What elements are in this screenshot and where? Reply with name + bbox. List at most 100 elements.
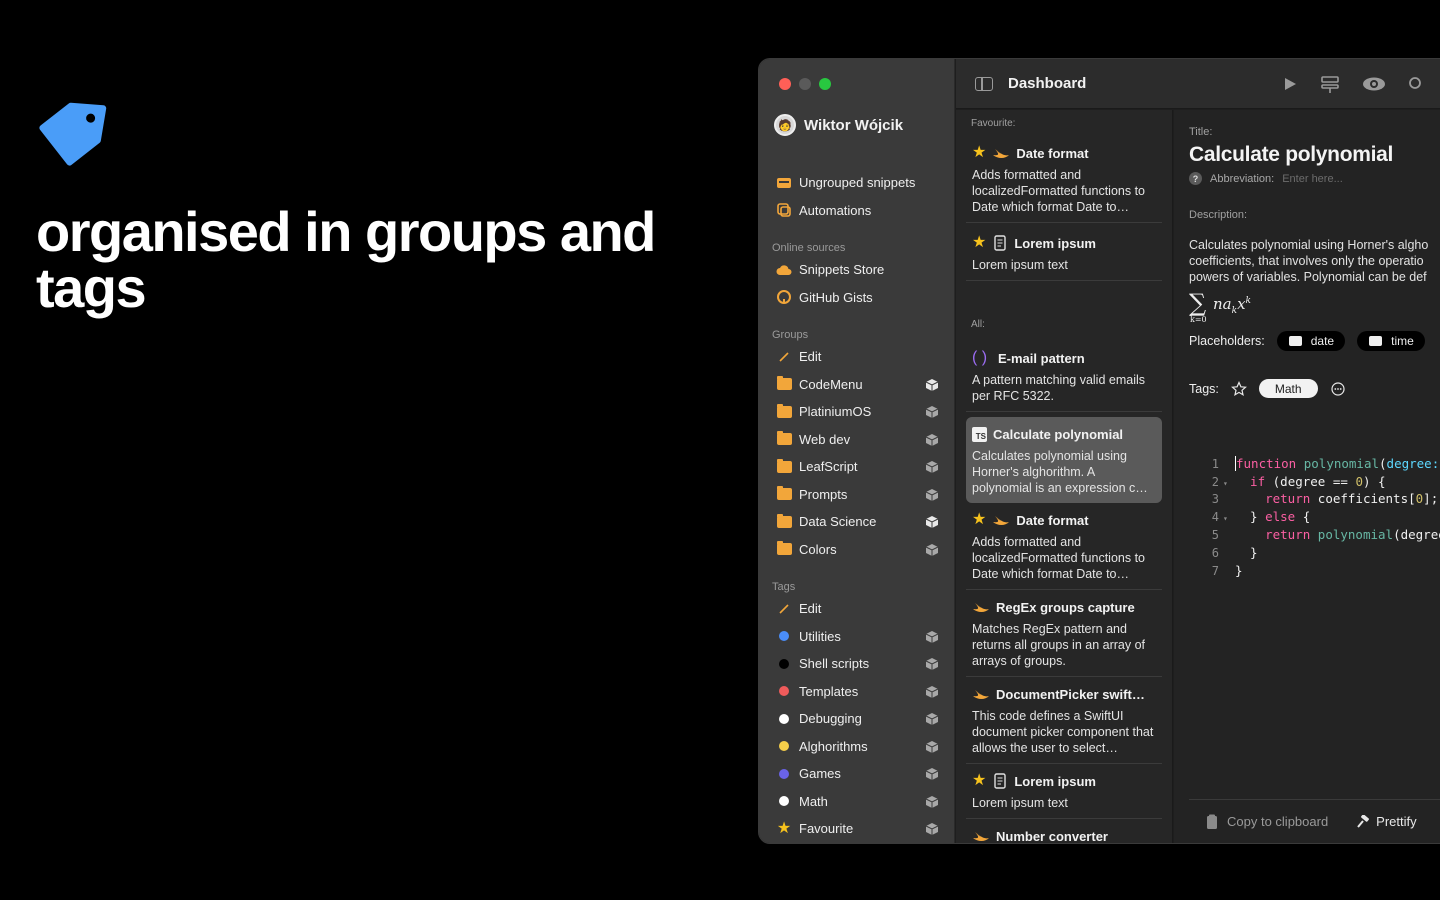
placeholders-label: Placeholders: <box>1189 334 1265 348</box>
snippet-title-field[interactable]: Calculate polynomial <box>1189 143 1440 167</box>
placeholders-row: Placeholders: date time <box>1189 331 1440 351</box>
sidebar-item-label: GitHub Gists <box>799 289 873 305</box>
online-sources-heading: Online sources <box>772 242 846 254</box>
list-item[interactable]: DocumentPicker swift… This code defines … <box>966 677 1162 764</box>
user-profile[interactable]: 🧑 Wiktor Wójcik <box>774 114 903 136</box>
sidebar-tag-math[interactable]: Math <box>759 788 955 816</box>
sidebar-toggle-icon[interactable] <box>975 76 993 91</box>
sidebar-group-leafscript[interactable]: LeafScript <box>759 453 955 481</box>
folder-icon <box>776 458 792 474</box>
zoom-window-button[interactable] <box>819 78 831 90</box>
star-icon[interactable]: ★ <box>972 145 986 161</box>
run-icon[interactable] <box>1282 76 1298 92</box>
sidebar-group-codemenu[interactable]: CodeMenu <box>759 371 955 399</box>
folder-icon <box>776 431 792 446</box>
placeholder-pill[interactable]: date <box>1276 331 1346 351</box>
star-icon: ★ <box>776 819 792 837</box>
pencil-icon <box>776 602 792 616</box>
code-editor[interactable]: 1 function polynomial(degree: 2 ▾ if (degr… <box>1189 440 1440 612</box>
cube-icon[interactable] <box>925 767 939 781</box>
github-icon <box>776 290 792 305</box>
layout-icon[interactable] <box>1320 74 1340 94</box>
tag-color-dot <box>779 713 789 724</box>
cube-icon[interactable] <box>925 543 939 557</box>
formula-subscript: k=0 <box>1190 315 1207 324</box>
sidebar-item-label: Snippets Store <box>799 262 885 278</box>
page-title: Dashboard <box>1008 75 1087 92</box>
cube-icon[interactable] <box>925 822 939 836</box>
cube-icon[interactable] <box>925 685 939 699</box>
user-name: Wiktor Wójcik <box>804 116 904 134</box>
cube-icon[interactable] <box>925 405 939 419</box>
sidebar-item-ungrouped[interactable]: Ungrouped snippets <box>759 169 955 197</box>
sidebar-group-colors[interactable]: Colors <box>759 536 955 564</box>
list-item-desc: Adds formatted and localizedFormatted fu… <box>972 535 1146 581</box>
list-item-selected[interactable]: TS Calculate polynomial Calculates polyno… <box>966 417 1162 503</box>
sidebar-tag-favourite[interactable]: ★ Favourite <box>759 815 955 843</box>
cube-icon[interactable] <box>925 795 939 809</box>
cube-icon[interactable] <box>925 712 939 726</box>
sidebar-tag-shell-scripts[interactable]: Shell scripts <box>759 650 955 678</box>
pencil-icon <box>776 350 792 364</box>
code-line: 4 ▾ } else { <box>1211 509 1311 525</box>
sidebar-tag-debugging[interactable]: Debugging <box>759 705 955 733</box>
sidebar-tag-games[interactable]: Games <box>759 760 955 788</box>
cube-icon[interactable] <box>925 657 939 671</box>
toolbar-actions <box>1282 74 1424 94</box>
minimize-window-button[interactable] <box>799 78 811 90</box>
prettify-button[interactable]: Prettify <box>1356 814 1417 829</box>
tag-label: Debugging <box>799 711 862 727</box>
star-icon[interactable]: ★ <box>972 773 986 789</box>
sidebar-group-platiniumos[interactable]: PlatiniumOS <box>759 398 955 426</box>
sidebar-item-github-gists[interactable]: GitHub Gists <box>759 284 955 312</box>
cube-icon[interactable] <box>925 630 939 644</box>
list-item[interactable]: ★ Lorem ipsum Lorem ipsum text <box>966 764 1162 819</box>
group-label: LeafScript <box>799 459 858 475</box>
groups-edit-button[interactable]: Edit <box>759 343 955 371</box>
window-controls <box>779 78 831 90</box>
placeholder-pill[interactable]: time <box>1357 331 1425 351</box>
cube-icon[interactable] <box>925 433 939 447</box>
sidebar-item-snippets-store[interactable]: Snippets Store <box>759 256 955 284</box>
tray-icon <box>776 176 792 190</box>
sidebar-group-data-science[interactable]: Data Science <box>759 508 955 536</box>
tags-label: Tags: <box>1189 381 1219 396</box>
cube-icon[interactable] <box>925 515 939 529</box>
abbreviation-input[interactable]: Enter here... <box>1282 173 1343 185</box>
description-line: coefficients, that involves only the ope… <box>1189 254 1424 268</box>
list-item[interactable]: ★ Date format Adds formatted and localize… <box>966 136 1162 223</box>
help-icon[interactable]: ? <box>1189 172 1202 185</box>
cube-icon[interactable] <box>925 378 939 392</box>
code-line: 5 return polynomial(degree <box>1211 526 1440 542</box>
swift-icon <box>973 603 989 612</box>
description-field[interactable]: Calculates polynomial using Horner's alg… <box>1189 237 1440 285</box>
sidebar-tag-alghorithms[interactable]: Alghorithms <box>759 733 955 761</box>
sidebar-tag-templates[interactable]: Templates <box>759 678 955 706</box>
star-icon[interactable]: ★ <box>972 235 986 251</box>
copy-to-clipboard-button[interactable]: Copy to clipboard <box>1205 814 1328 830</box>
list-item[interactable]: ( ) E-mail pattern A pattern matching val… <box>966 341 1162 412</box>
more-icon[interactable] <box>1330 381 1346 397</box>
tag-pill[interactable]: Math <box>1258 379 1318 398</box>
close-window-button[interactable] <box>779 78 791 90</box>
list-item-desc: Matches RegEx pattern and returns all gr… <box>972 622 1146 668</box>
tags-edit-button[interactable]: Edit <box>759 595 955 623</box>
list-item[interactable]: ★ Date format Adds formatted and localize… <box>966 503 1162 590</box>
preview-eye-icon[interactable] <box>1362 76 1386 92</box>
list-item[interactable]: Number converter <box>966 819 1162 843</box>
folder-icon <box>776 403 792 419</box>
sidebar-group-prompts[interactable]: Prompts <box>759 481 955 509</box>
search-icon[interactable] <box>1408 76 1424 92</box>
cube-icon[interactable] <box>925 488 939 502</box>
star-icon[interactable]: ★ <box>972 512 986 528</box>
document-icon <box>994 235 1007 251</box>
cube-icon[interactable] <box>925 460 939 474</box>
sidebar-group-web-dev[interactable]: Web dev <box>759 426 955 454</box>
star-outline-icon[interactable] <box>1230 380 1247 397</box>
list-item[interactable]: ★ Lorem ipsum Lorem ipsum text <box>966 223 1162 281</box>
list-item[interactable]: RegEx groups capture Matches RegEx patte… <box>966 590 1162 677</box>
tag-color-dot <box>779 741 789 752</box>
sidebar-item-automations[interactable]: Automations <box>759 197 955 225</box>
cube-icon[interactable] <box>925 740 939 754</box>
sidebar-tag-utilities[interactable]: Utilities <box>759 623 955 651</box>
